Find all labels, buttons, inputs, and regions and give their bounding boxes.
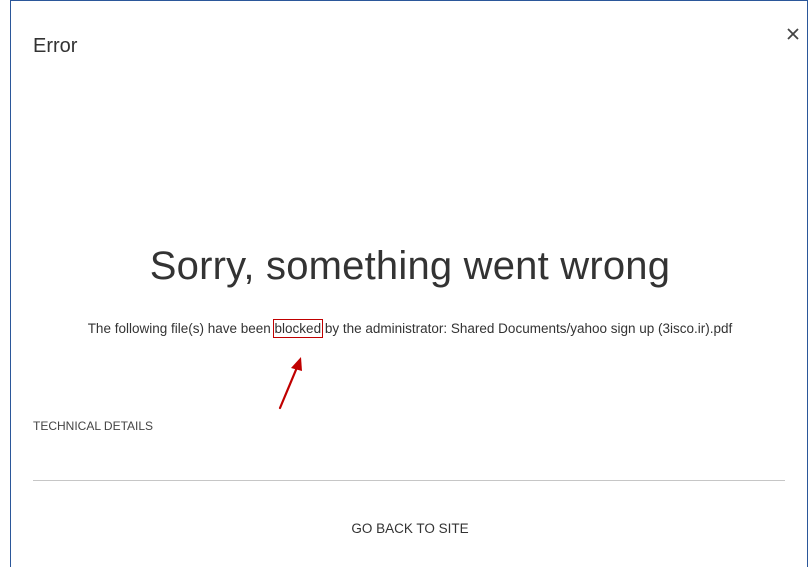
close-button[interactable] bbox=[786, 27, 806, 47]
error-message: The following file(s) have been blocked … bbox=[51, 319, 769, 338]
technical-details-link[interactable]: TECHNICAL DETAILS bbox=[33, 419, 153, 433]
go-back-button-wrap: GO BACK TO SITE bbox=[11, 521, 809, 536]
annotation-arrow-icon bbox=[278, 357, 302, 410]
highlighted-word: blocked bbox=[272, 319, 324, 338]
error-message-after: by the administrator: Shared Documents/y… bbox=[321, 321, 733, 336]
close-icon bbox=[787, 28, 799, 40]
go-back-to-site-link[interactable]: GO BACK TO SITE bbox=[351, 521, 468, 536]
error-headline: Sorry, something went wrong bbox=[149, 244, 671, 288]
divider bbox=[33, 480, 785, 481]
error-message-before: The following file(s) have been bbox=[87, 321, 275, 336]
error-dialog: Error Sorry, something went wrong The fo… bbox=[10, 0, 808, 567]
dialog-title: Error bbox=[33, 35, 78, 57]
